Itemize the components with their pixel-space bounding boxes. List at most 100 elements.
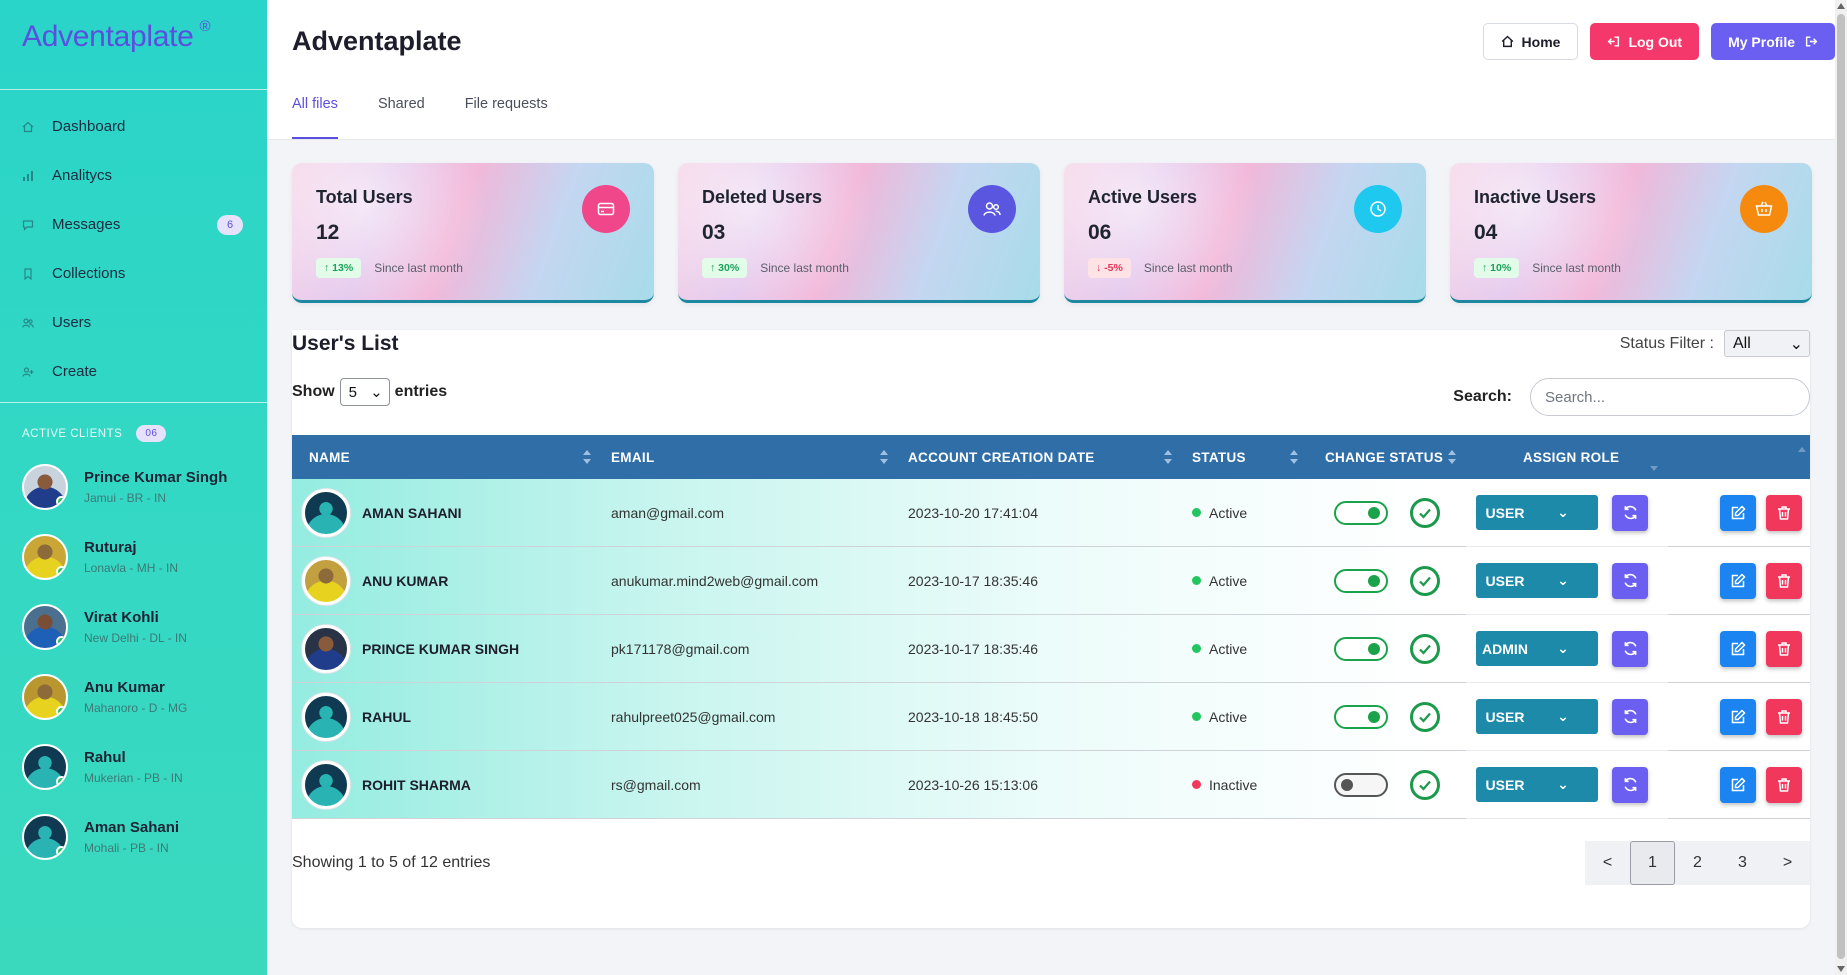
client-item[interactable]: Rahul Mukerian - PB - IN [0,732,267,802]
sidebar-item-users[interactable]: Users [0,298,267,347]
page-scrollbar[interactable] [1835,0,1847,975]
role-select[interactable]: USER ⌄ [1476,699,1598,734]
my-profile-button[interactable]: My Profile [1711,23,1835,60]
role-select[interactable]: USER ⌄ [1476,495,1598,530]
search-label: Search: [1453,388,1512,405]
user-name: ANU KUMAR [362,572,449,589]
pagination-page-2[interactable]: 2 [1675,841,1720,885]
delete-button[interactable] [1766,630,1802,667]
status-filter-select[interactable]: All ⌄ [1724,330,1810,357]
credit-card-icon [582,185,630,233]
refresh-icon [1623,641,1637,656]
sidebar-item-collections[interactable]: Collections [0,249,267,298]
stat-card-inactive-users: Inactive Users 04 ↑ 10% Since last month [1450,163,1812,303]
page-title: Adventaplate [292,26,462,56]
stat-title: Deleted Users [702,187,823,207]
stat-change: ↓ -5% Since last month [1088,258,1233,278]
column-header-assign-role[interactable]: ASSIGN ROLE [1466,435,1668,479]
client-item[interactable]: Aman Sahani Mohali - PB - IN [0,802,267,872]
update-role-button[interactable] [1612,562,1648,599]
role-select[interactable]: USER ⌄ [1476,563,1598,598]
status-toggle[interactable] [1334,772,1388,797]
status-toggle[interactable] [1334,636,1388,661]
column-header-status[interactable]: STATUS [1182,435,1308,479]
sort-icon [1164,450,1172,464]
change-badge: ↑ 30% [702,258,748,278]
status-toggle[interactable] [1334,704,1388,729]
role-select[interactable]: ADMIN ⌄ [1476,631,1598,666]
tab-all-files[interactable]: All files [292,96,338,139]
delete-button[interactable] [1766,562,1802,599]
column-header-actions[interactable] [1668,435,1810,479]
entries-select[interactable]: 5 ⌄ [339,378,390,406]
stat-change: ↑ 30% Since last month [702,258,849,278]
update-role-button[interactable] [1612,494,1648,531]
pagination-next[interactable]: > [1765,841,1810,885]
tab-file-requests[interactable]: File requests [465,96,548,139]
status-dot [1192,508,1201,517]
chevron-down-icon: ⌄ [1557,776,1569,792]
delete-button[interactable] [1766,698,1802,735]
confirm-status-button[interactable] [1410,497,1440,528]
status-toggle[interactable] [1334,500,1388,525]
cell-assign-role: USER ⌄ [1466,546,1668,615]
confirm-status-button[interactable] [1410,565,1440,596]
pagination-page-3[interactable]: 3 [1720,841,1765,885]
client-item[interactable]: Prince Kumar Singh Jamui - BR - IN [0,452,267,522]
client-item[interactable]: Anu Kumar Mahanoro - D - MG [0,662,267,732]
search-input[interactable]: Search... [1530,378,1810,416]
sidebar-item-create[interactable]: Create [0,347,267,396]
edit-button[interactable] [1720,698,1756,735]
client-item[interactable]: Ruturaj Lonavla - MH - IN [0,522,267,592]
sidebar-item-messages[interactable]: Messages 6 [0,200,267,249]
cell-actions [1668,479,1810,547]
sidebar-item-label: Dashboard [52,118,126,135]
update-role-button[interactable] [1612,698,1648,735]
sidebar-item-dashboard[interactable]: Dashboard [0,102,267,151]
check-icon [1419,576,1431,587]
column-header-change-status[interactable]: CHANGE STATUS [1308,435,1466,479]
home-button[interactable]: Home [1482,23,1579,60]
status-toggle[interactable] [1334,568,1388,593]
edit-button[interactable] [1720,766,1756,803]
scroll-down-arrow-icon[interactable] [1837,966,1845,972]
scrollbar-thumb[interactable] [1837,14,1845,959]
edit-button[interactable] [1720,630,1756,667]
logo-registered-mark: ® [199,18,211,35]
edit-button[interactable] [1720,494,1756,531]
avatar [302,760,350,809]
scroll-up-arrow-icon[interactable] [1837,3,1845,9]
cell-status: Active [1182,547,1308,615]
cell-email: rs@gmail.com [611,776,701,793]
confirm-status-button[interactable] [1410,701,1440,732]
role-select[interactable]: USER ⌄ [1476,767,1598,802]
column-header-creation-date[interactable]: ACCOUNT CREATION DATE [898,435,1182,479]
logout-icon [1608,36,1620,47]
home-button-label: Home [1521,33,1561,50]
table-search: Search: Search... [1453,378,1810,416]
logout-button[interactable]: Log Out [1590,23,1700,60]
tab-shared[interactable]: Shared [378,96,425,139]
update-role-button[interactable] [1612,766,1648,803]
confirm-status-button[interactable] [1410,633,1440,664]
pagination-prev[interactable]: < [1585,841,1630,885]
edit-button[interactable] [1720,562,1756,599]
column-header-email[interactable]: EMAIL [601,435,898,479]
trash-icon [1778,641,1790,656]
logo[interactable]: Adventaplate ® [0,0,267,90]
pagination-page-1[interactable]: 1 [1630,841,1675,885]
client-item[interactable]: Virat Kohli New Delhi - DL - IN [0,592,267,662]
sort-icon [583,450,591,464]
delete-button[interactable] [1766,766,1802,803]
table-row: ROHIT SHARMA rs@gmail.com 2023-10-26 15:… [292,750,1810,819]
update-role-button[interactable] [1612,630,1648,667]
sidebar-item-analytics[interactable]: Analitycs [0,151,267,200]
column-header-name[interactable]: NAME [292,435,601,479]
cell-status: Active [1182,683,1308,751]
confirm-status-button[interactable] [1410,769,1440,800]
delete-button[interactable] [1766,494,1802,531]
table-row: PRINCE KUMAR SINGH pk171178@gmail.com 20… [292,614,1810,683]
logout-button-label: Log Out [1628,33,1683,50]
stat-cards: Total Users 12 ↑ 13% Since last month Del… [292,163,1812,303]
cell-name: AMAN SAHANI [292,479,601,547]
